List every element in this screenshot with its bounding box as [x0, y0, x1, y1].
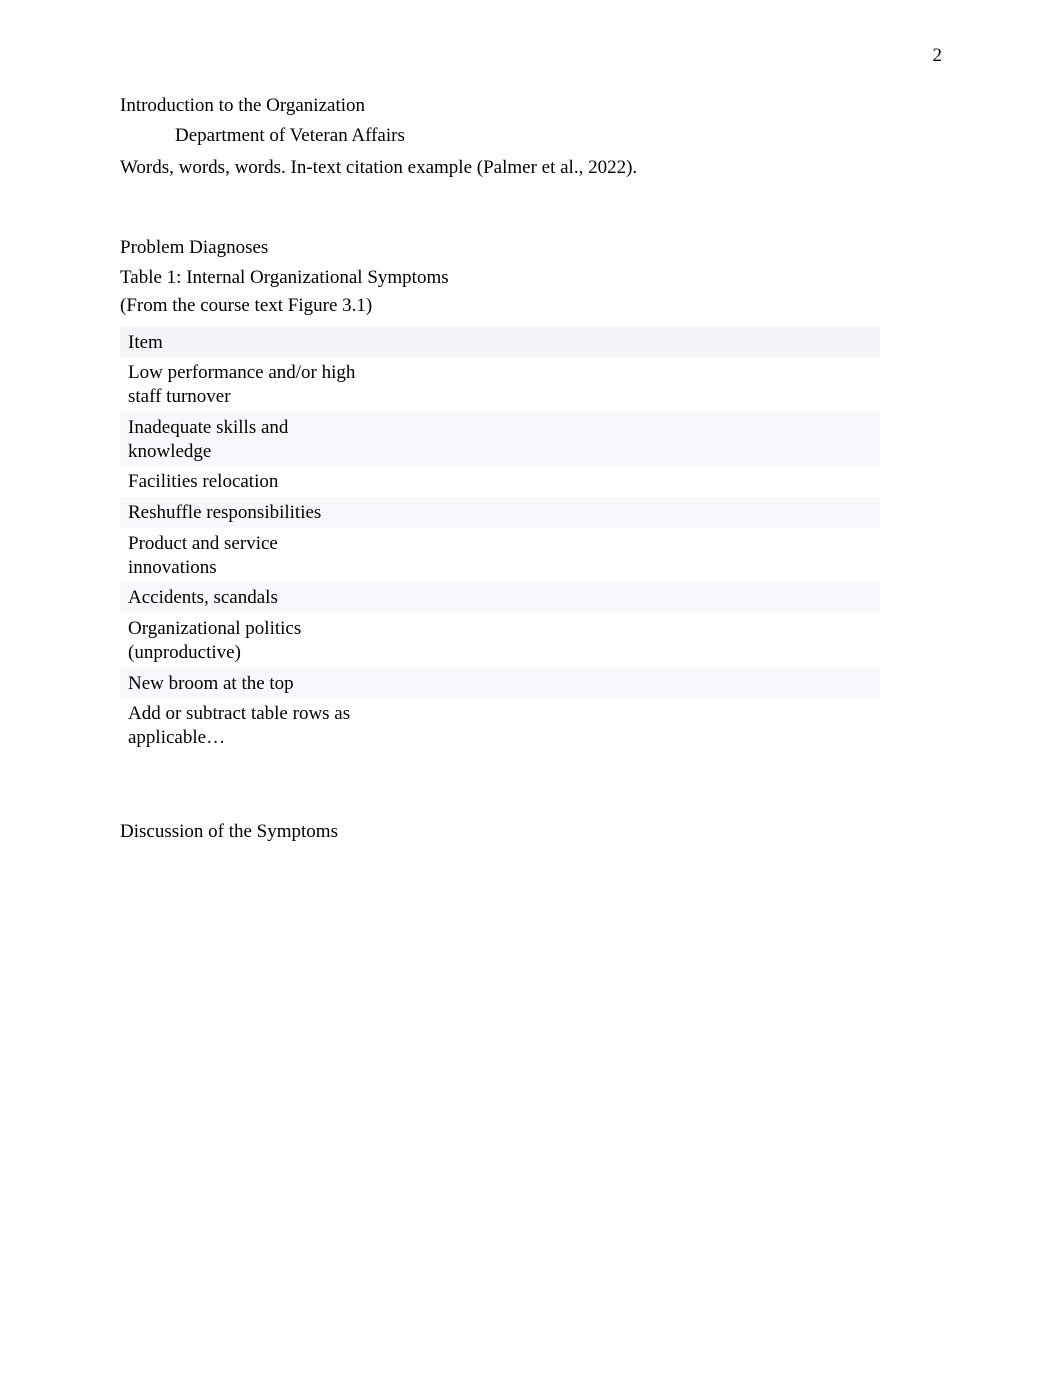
table-cell-item: Facilities relocation	[120, 466, 374, 497]
table-row: Accidents, scandals	[120, 582, 880, 613]
intro-heading: Introduction to the Organization	[120, 95, 942, 117]
symptoms-table: Item Low performance and/or high staff t…	[120, 327, 880, 753]
table-cell-item: Reshuffle responsibilities	[120, 497, 374, 528]
table-cell-item: Organizational politics (unproductive)	[120, 613, 374, 668]
spacer	[120, 189, 942, 237]
spacer	[120, 801, 942, 821]
table-row: Low performance and/or high staff turnov…	[120, 357, 880, 412]
table-row: Add or subtract table rows as applicable…	[120, 698, 880, 753]
bottom-fade	[110, 1226, 932, 1376]
table-source-note: (From the course text Figure 3.1)	[120, 295, 942, 317]
table-caption: Table 1: Internal Organizational Symptom…	[120, 267, 942, 289]
diag-heading: Problem Diagnoses	[120, 237, 942, 259]
page-container: 2 Introduction to the Organization Depar…	[0, 0, 1062, 911]
table-body: Low performance and/or high staff turnov…	[120, 357, 880, 753]
table-row: Facilities relocation	[120, 466, 880, 497]
table-row: Reshuffle responsibilities	[120, 497, 880, 528]
table-cell-bullets	[374, 466, 880, 497]
table-cell-bullets	[374, 357, 880, 412]
spacer	[120, 753, 942, 801]
table-cell-bullets	[374, 582, 880, 613]
table-header-blank	[374, 327, 880, 358]
table-row: Product and service innovations	[120, 528, 880, 583]
page-number: 2	[933, 45, 943, 67]
table-cell-item: Accidents, scandals	[120, 582, 374, 613]
table-cell-item: Add or subtract table rows as applicable…	[120, 698, 374, 753]
table-cell-bullets	[374, 668, 880, 699]
table-row: New broom at the top	[120, 668, 880, 699]
table-cell-item: Low performance and/or high staff turnov…	[120, 357, 374, 412]
table-cell-item: Inadequate skills and knowledge	[120, 412, 374, 467]
table-row: Organizational politics (unproductive)	[120, 613, 880, 668]
table-cell-bullets	[374, 497, 880, 528]
table-row: Inadequate skills and knowledge	[120, 412, 880, 467]
table-cell-item: Product and service innovations	[120, 528, 374, 583]
table-header-item: Item	[120, 327, 374, 358]
intro-subheading: Department of Veteran Affairs	[175, 125, 942, 147]
discussion-heading: Discussion of the Symptoms	[120, 821, 942, 843]
table-cell-bullets	[374, 528, 880, 583]
table-cell-bullets	[374, 613, 880, 668]
table-cell-bullets	[374, 698, 880, 753]
table-cell-item: New broom at the top	[120, 668, 374, 699]
table-cell-bullets	[374, 412, 880, 467]
intro-body-text: Words, words, words. In-text citation ex…	[120, 155, 942, 181]
